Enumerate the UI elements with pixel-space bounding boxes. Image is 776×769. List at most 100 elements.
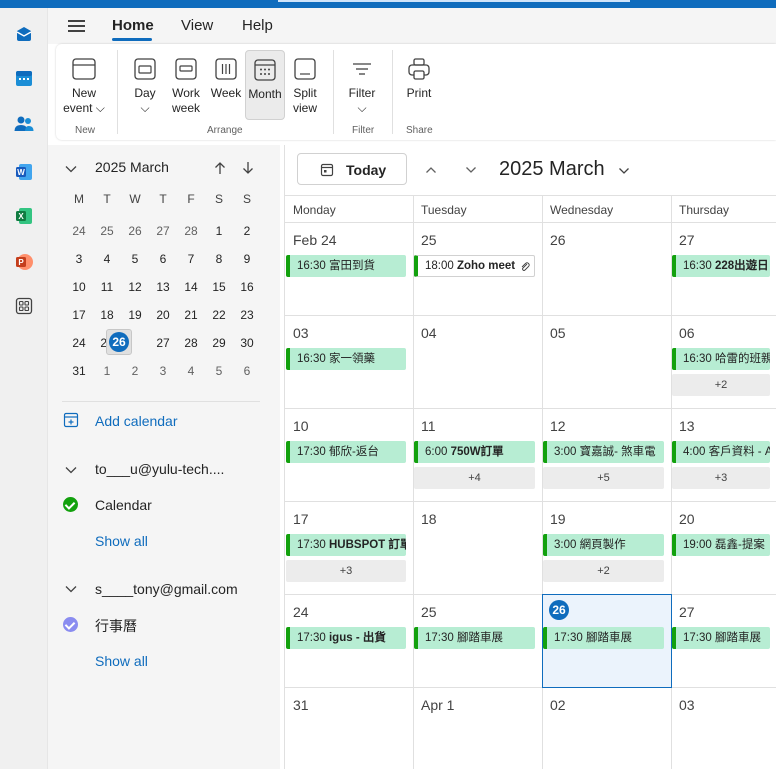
go-to-today-button[interactable]: Today xyxy=(297,153,407,185)
calendar-event[interactable]: 16:30 富田到貨 xyxy=(286,255,406,277)
day-number[interactable]: 18 xyxy=(421,511,437,527)
mini-calendar-day[interactable]: 29 xyxy=(205,329,233,357)
day-number[interactable]: Apr 1 xyxy=(421,697,454,713)
add-calendar-link[interactable]: Add calendar xyxy=(95,413,178,429)
mini-calendar-day[interactable]: 12 xyxy=(121,273,149,301)
day-number[interactable]: 25 xyxy=(421,232,437,248)
mini-calendar-day[interactable]: 23 xyxy=(233,301,261,329)
more-events-button[interactable]: +4 xyxy=(414,467,535,489)
tab-help[interactable]: Help xyxy=(242,17,273,34)
mini-calendar-day[interactable]: 14 xyxy=(177,273,205,301)
split-view-button[interactable]: Split view xyxy=(286,50,324,116)
mini-calendar-day[interactable]: 15 xyxy=(205,273,233,301)
calendar-check-icon[interactable] xyxy=(63,497,78,512)
calendar-event[interactable]: 17:30 腳踏車展 xyxy=(414,627,535,649)
day-number[interactable]: 05 xyxy=(550,325,566,341)
new-event-button[interactable]: New event ⌵ xyxy=(60,50,108,116)
people-icon[interactable] xyxy=(12,112,36,136)
calendar-check-icon[interactable] xyxy=(63,617,78,632)
mini-calendar-day[interactable]: 25 xyxy=(93,217,121,245)
mini-calendar-day[interactable]: 7 xyxy=(177,245,205,273)
mini-calendar-day[interactable]: 2 xyxy=(121,357,149,385)
day-number[interactable]: 03 xyxy=(679,697,695,713)
mini-calendar-day[interactable]: 19 xyxy=(121,301,149,329)
word-icon[interactable]: W xyxy=(12,160,36,184)
add-calendar-icon[interactable] xyxy=(63,412,79,428)
calendar-icon[interactable] xyxy=(12,66,36,90)
day-number[interactable]: 19 xyxy=(550,511,566,527)
show-all-link-2[interactable]: Show all xyxy=(95,653,148,669)
mini-calendar-day[interactable]: 24 xyxy=(65,329,93,357)
previous-month-arrow-icon[interactable] xyxy=(213,161,227,175)
mini-calendar-day[interactable]: 5 xyxy=(205,357,233,385)
mini-calendar-day[interactable]: 11 xyxy=(93,273,121,301)
mini-calendar-day[interactable]: 17 xyxy=(65,301,93,329)
day-number[interactable]: 24 xyxy=(293,604,309,620)
mini-calendar-today[interactable]: 26 xyxy=(106,329,132,355)
day-number[interactable]: 12 xyxy=(550,418,566,434)
day-number[interactable]: 11 xyxy=(421,418,436,434)
more-events-button[interactable]: +3 xyxy=(286,560,406,582)
day-number[interactable]: 26 xyxy=(550,232,566,248)
mini-calendar-day[interactable]: 28 xyxy=(177,217,205,245)
mini-calendar-day[interactable]: 16 xyxy=(233,273,261,301)
mini-calendar-day[interactable]: 20 xyxy=(149,301,177,329)
outlook-icon[interactable] xyxy=(12,22,36,46)
powerpoint-icon[interactable]: P xyxy=(12,250,36,274)
calendar-event[interactable]: 17:30 HUBSPOT 訂單 xyxy=(286,534,406,556)
day-number[interactable]: 10 xyxy=(293,418,309,434)
work-week-view-button[interactable]: Work week xyxy=(168,50,204,116)
calendar-event[interactable]: 19:00 磊鑫-提案 xyxy=(672,534,770,556)
mini-calendar-day[interactable]: 22 xyxy=(205,301,233,329)
mini-calendar-day[interactable]: 4 xyxy=(177,357,205,385)
tab-view[interactable]: View xyxy=(181,17,213,34)
month-picker-chevron-icon[interactable] xyxy=(617,164,631,178)
mini-calendar-day[interactable]: 18 xyxy=(93,301,121,329)
calendar-event[interactable]: 16:30 哈雷的班親 xyxy=(672,348,770,370)
day-number[interactable]: 20 xyxy=(679,511,695,527)
calendar-event[interactable]: 3:00 寶嘉誠- 煞車電 xyxy=(543,441,664,463)
mini-calendar-day[interactable]: 4 xyxy=(93,245,121,273)
calendar-event[interactable]: 4:00 客戶資料 - A xyxy=(672,441,770,463)
previous-month-chevron-icon[interactable] xyxy=(424,163,438,177)
day-number[interactable]: Feb 24 xyxy=(293,232,337,248)
calendar-event[interactable]: 17:30 腳踏車展 xyxy=(672,627,770,649)
day-number[interactable]: 13 xyxy=(679,418,695,434)
day-number[interactable]: 27 xyxy=(679,232,695,248)
day-view-button[interactable]: Day ⌵ xyxy=(128,50,162,116)
hamburger-menu-icon[interactable] xyxy=(67,16,87,36)
calendar-event[interactable]: 6:00 750W訂單 xyxy=(414,441,535,463)
month-title[interactable]: 2025 March xyxy=(499,158,605,181)
mini-calendar-day[interactable]: 6 xyxy=(233,357,261,385)
mini-calendar-day[interactable]: 5 xyxy=(121,245,149,273)
calendar-event[interactable]: 18:00 Zoho meet xyxy=(414,255,535,277)
mini-calendar-day[interactable]: 13 xyxy=(149,273,177,301)
account2-collapse-chevron-icon[interactable] xyxy=(64,582,78,596)
mini-calendar-day[interactable]: 2 xyxy=(233,217,261,245)
excel-icon[interactable]: X xyxy=(12,204,36,228)
account1-calendar-name[interactable]: Calendar xyxy=(95,497,152,513)
calendar-event[interactable]: 16:30 家一領藥 xyxy=(286,348,406,370)
calendar-event[interactable]: 17:30 郁欣-返台 xyxy=(286,441,406,463)
mini-calendar-day[interactable]: 3 xyxy=(149,357,177,385)
more-events-button[interactable]: +2 xyxy=(672,374,770,396)
search-box-edge[interactable] xyxy=(278,0,630,2)
day-number[interactable]: 02 xyxy=(550,697,566,713)
mini-calendar-title[interactable]: 2025 March xyxy=(95,159,169,175)
more-events-button[interactable]: +2 xyxy=(543,560,664,582)
mini-calendar-day[interactable]: 21 xyxy=(177,301,205,329)
mini-calendar-day[interactable]: 27 xyxy=(149,329,177,357)
mini-calendar-day[interactable]: 30 xyxy=(233,329,261,357)
mini-calendar-day[interactable]: 3 xyxy=(65,245,93,273)
calendar-event[interactable]: 17:30 腳踏車展 xyxy=(543,627,664,649)
tab-home[interactable]: Home xyxy=(112,17,154,34)
mini-calendar-day[interactable]: 6 xyxy=(149,245,177,273)
mini-calendar-day[interactable]: 10 xyxy=(65,273,93,301)
day-number[interactable]: 25 xyxy=(421,604,437,620)
mini-calendar-day[interactable]: 31 xyxy=(65,357,93,385)
mini-calendar-day[interactable]: 1 xyxy=(93,357,121,385)
calendar-event[interactable]: 16:30 228出遊日 xyxy=(672,255,770,277)
day-number[interactable]: 03 xyxy=(293,325,309,341)
week-view-button[interactable]: Week xyxy=(208,50,244,101)
mini-calendar-day[interactable]: 8 xyxy=(205,245,233,273)
